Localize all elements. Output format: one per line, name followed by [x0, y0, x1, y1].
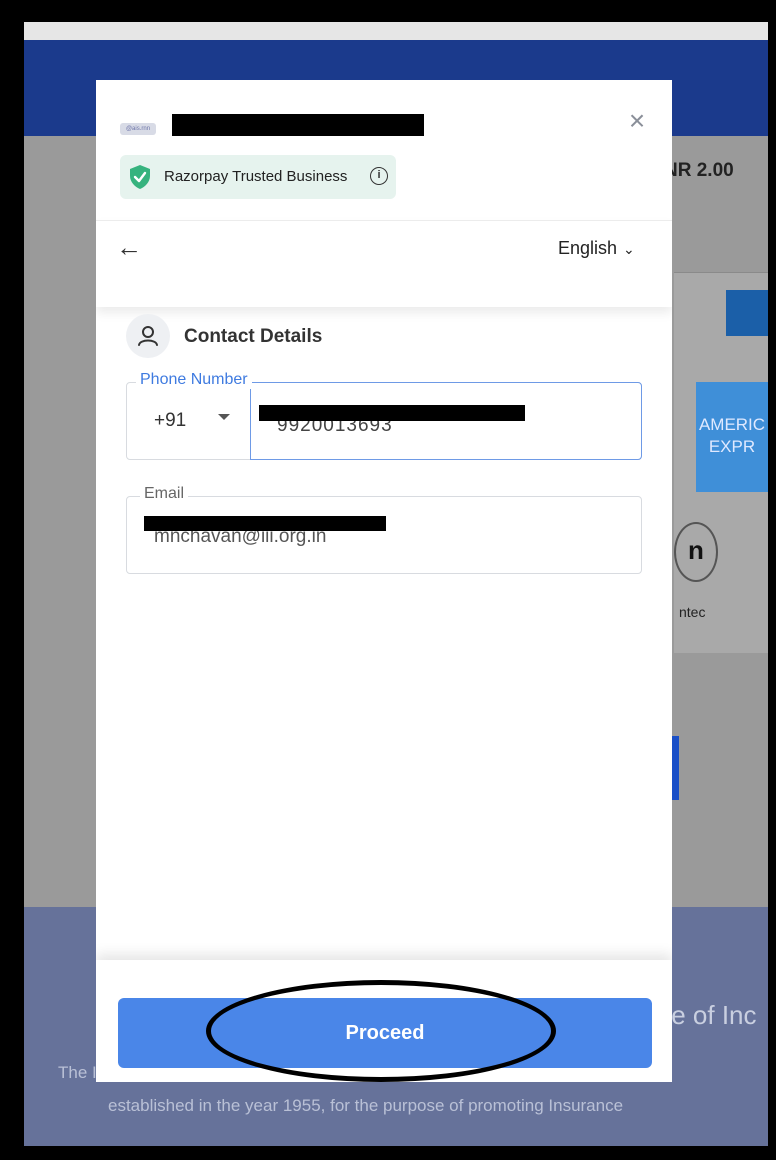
person-icon — [126, 314, 170, 358]
norton-label: ntec — [679, 604, 706, 620]
country-code-select[interactable]: +91 — [126, 382, 250, 460]
country-code-value: +91 — [154, 410, 187, 431]
background-logo-icon — [726, 290, 768, 336]
norton-logo-icon: n — [674, 522, 718, 582]
modal-header: @ais.rnn × Razorpay Trusted Business i — [96, 80, 672, 220]
top-strip — [24, 22, 768, 40]
phone-number-field: +91 9920013693 Phone Number — [126, 371, 642, 462]
redacted-merchant-name — [172, 114, 424, 136]
close-button[interactable]: × — [622, 106, 652, 136]
screen: NR 2.00 AMERIC EXPR n ntec te of Inc The… — [24, 22, 768, 1146]
background-footer-text-2: established in the year 1955, for the pu… — [108, 1096, 624, 1115]
trusted-business-badge: Razorpay Trusted Business i — [120, 155, 396, 199]
amex-logo: AMERIC EXPR — [696, 382, 768, 492]
modal-footer: Proceed — [96, 960, 672, 1082]
caret-down-icon — [218, 414, 230, 420]
modal-nav-row: ← English ⌄ — [96, 220, 672, 307]
phone-input[interactable]: 9920013693 — [250, 382, 642, 460]
info-icon[interactable]: i — [370, 167, 388, 185]
background-footer-title: te of Inc — [664, 1000, 757, 1030]
section-title: Contact Details — [184, 326, 323, 347]
merchant-logo: @ais.rnn — [120, 123, 156, 135]
redacted-email — [144, 516, 386, 531]
email-field[interactable]: Email mnchavan@iii.org.in — [126, 485, 642, 574]
phone-field-label: Phone Number — [136, 371, 252, 389]
chevron-down-icon: ⌄ — [623, 241, 635, 257]
email-field-label: Email — [140, 485, 189, 503]
trusted-badge-label: Razorpay Trusted Business — [164, 168, 348, 185]
back-arrow-icon[interactable]: ← — [116, 234, 148, 260]
redacted-phone-number — [259, 405, 525, 421]
shield-check-icon — [130, 165, 150, 189]
background-amount: NR 2.00 — [664, 160, 734, 181]
checkout-modal: @ais.rnn × Razorpay Trusted Business i ←… — [96, 80, 672, 1082]
language-selector[interactable]: English ⌄ — [558, 238, 635, 259]
proceed-button[interactable]: Proceed — [118, 998, 652, 1068]
language-label: English — [558, 238, 618, 258]
